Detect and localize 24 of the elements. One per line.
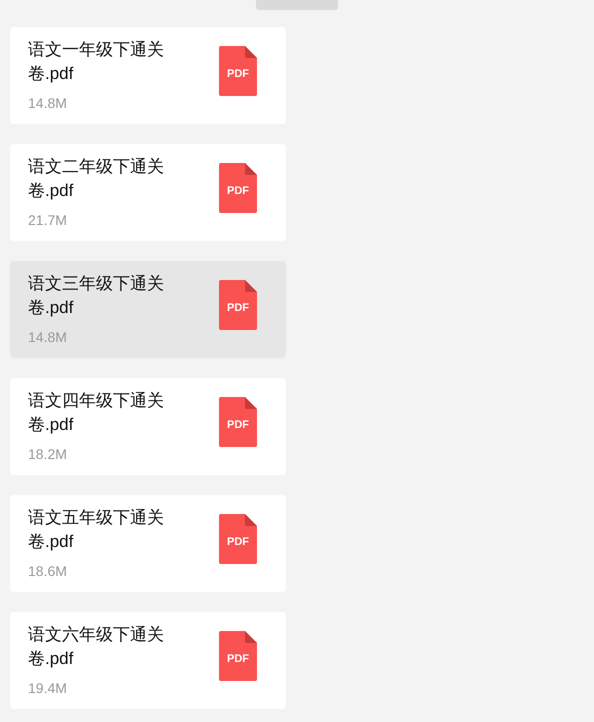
pdf-file-icon: PDF [219,631,257,681]
file-name: 语文三年级下通关卷.pdf [28,273,165,319]
file-message-card[interactable]: 语文三年级下通关卷.pdf 14.8M PDF [10,261,286,358]
file-size: 14.8M [28,328,68,346]
file-message-card[interactable]: 语文二年级下通关卷.pdf 21.7M PDF [10,144,286,241]
file-size: 18.6M [28,562,68,580]
file-size: 14.8M [28,94,68,112]
file-name: 语文六年级下通关卷.pdf [28,624,165,670]
pdf-file-icon: PDF [219,397,257,447]
file-message-card[interactable]: 语文六年级下通关卷.pdf 19.4M PDF [10,612,286,709]
file-name: 语文四年级下通关卷.pdf [28,390,165,436]
file-name: 语文五年级下通关卷.pdf [28,507,165,553]
pdf-file-icon: PDF [219,46,257,96]
file-size: 18.2M [28,445,68,463]
file-message-card[interactable]: 语文一年级下通关卷.pdf 14.8M PDF [10,27,286,124]
file-name: 语文二年级下通关卷.pdf [28,156,165,202]
file-message-card[interactable]: 语文四年级下通关卷.pdf 18.2M PDF [10,378,286,475]
pdf-file-icon: PDF [219,514,257,564]
file-size: 19.4M [28,679,68,697]
pdf-file-icon: PDF [219,163,257,213]
file-message-card[interactable]: 语文五年级下通关卷.pdf 18.6M PDF [10,495,286,592]
file-size: 21.7M [28,211,68,229]
pdf-file-icon: PDF [219,280,257,330]
file-name: 语文一年级下通关卷.pdf [28,39,165,85]
